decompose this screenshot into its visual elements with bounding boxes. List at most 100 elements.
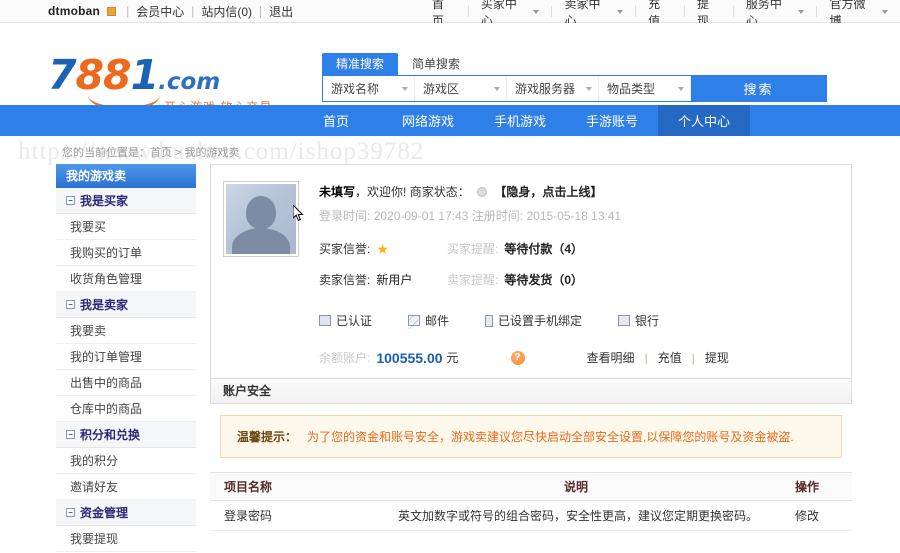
main-navigation-list: 首页 网络游戏 手机游戏 手游账号 个人中心 <box>290 105 750 136</box>
sidebar-item-invite-friends[interactable]: 邀请好友 <box>56 474 196 500</box>
question-mark-icon[interactable]: ? <box>511 351 525 365</box>
balance-unit: 元 <box>447 349 459 366</box>
sidebar: 我的游戏卖 − 我是买家 我要买 我购买的订单 收货角色管理 − 我是卖家 我要… <box>56 164 196 553</box>
profile-nickname: 未填写 <box>319 185 355 199</box>
sidebar-group-seller-label: 我是卖家 <box>80 292 128 318</box>
tab-simple-search[interactable]: 简单搜索 <box>398 53 474 75</box>
buyer-alert-value[interactable]: 等待付款（4） <box>504 240 583 257</box>
seller-credit-label: 卖家信誉: <box>319 271 370 288</box>
logout-link[interactable]: 退出 <box>269 3 293 20</box>
select-game-name[interactable]: 游戏名称 <box>323 76 415 101</box>
time-line: 登录时间: 2020-09-01 17:43 注册时间: 2015-05-18 … <box>319 207 837 224</box>
top-account-links: dtmoban | 会员中心 | 站内信(0) | 退出 <box>48 3 293 20</box>
seller-alert-value[interactable]: 等待发货（0） <box>504 271 583 288</box>
collapse-toggle-icon: − <box>66 508 75 517</box>
chevron-down-icon <box>494 87 500 91</box>
verify-email[interactable]: 邮件 <box>408 312 449 329</box>
sidebar-title: 我的游戏卖 <box>56 164 196 188</box>
sidebar-group-seller[interactable]: − 我是卖家 <box>56 292 196 318</box>
profile-panel: 未填写，欢迎你! 商家状态： 【隐身，点击上线】 登录时间: 2020-09-0… <box>210 164 852 379</box>
recharge-link[interactable]: 充值 <box>658 349 682 366</box>
logo-wordmark: 7881.com <box>48 55 263 96</box>
divider: | <box>191 4 194 18</box>
row-item-action[interactable]: 修改 <box>762 501 852 531</box>
verify-identity[interactable]: 已认证 <box>319 312 372 329</box>
sidebar-item-withdraw[interactable]: 我要提现 <box>56 526 196 552</box>
account-security-heading: 账户安全 <box>210 379 852 404</box>
table-row: 登录密码 英文加数字或符号的组合密码，安全性更高，建议您定期更换密码。 修改 <box>210 501 852 531</box>
breadcrumb-zone: https://www.huzhan.com/ishop39782 您的当前位置… <box>0 136 900 164</box>
member-center-link[interactable]: 会员中心 <box>136 3 184 20</box>
select-game-server-label: 游戏服务器 <box>515 80 575 97</box>
sidebar-group-points[interactable]: − 积分和兑换 <box>56 422 196 448</box>
verify-phone[interactable]: 已设置手机绑定 <box>485 312 582 329</box>
seller-credit-cell: 卖家信誉: 新用户 <box>319 271 447 288</box>
avatar-body-shape <box>232 228 290 254</box>
sidebar-item-my-purchase-orders[interactable]: 我购买的订单 <box>56 240 196 266</box>
sidebar-item-my-order-management[interactable]: 我的订单管理 <box>56 344 196 370</box>
verify-bank-label: 银行 <box>635 312 659 329</box>
buyer-credit-row: 买家信誉: ★ 买家提醒: 等待付款（4） <box>319 240 837 257</box>
seller-credit-value: 新用户 <box>376 271 412 288</box>
login-time-label: 登录时间: <box>319 209 370 223</box>
login-time-value: 2020-09-01 17:43 <box>374 209 469 223</box>
star-icon: ★ <box>376 242 389 256</box>
select-item-type[interactable]: 物品类型 <box>599 76 691 101</box>
sidebar-group-buyer[interactable]: − 我是买家 <box>56 188 196 214</box>
column-header-desc: 说明 <box>390 473 762 501</box>
verification-row: 已认证 邮件 已设置手机绑定 <box>319 312 837 329</box>
vip-badge-icon <box>107 7 116 16</box>
nav-item-mobile-games[interactable]: 手机游戏 <box>474 105 566 136</box>
reg-time-label: 注册时间: <box>472 209 523 223</box>
nav-item-home[interactable]: 首页 <box>290 105 382 136</box>
nav-item-online-games[interactable]: 网络游戏 <box>382 105 474 136</box>
select-game-server[interactable]: 游戏服务器 <box>507 76 599 101</box>
bank-card-icon <box>618 315 630 326</box>
sidebar-item-items-on-sale[interactable]: 出售中的商品 <box>56 370 196 396</box>
search-panel: 精准搜索 简单搜索 游戏名称 游戏区 游戏服务器 物品类型 <box>322 53 827 102</box>
sidebar-item-my-points[interactable]: 我的积分 <box>56 448 196 474</box>
sidebar-item-i-want-to-buy[interactable]: 我要买 <box>56 214 196 240</box>
sidebar-item-items-in-warehouse[interactable]: 仓库中的商品 <box>56 396 196 422</box>
chevron-down-icon <box>402 87 408 91</box>
chevron-down-icon <box>678 87 684 91</box>
sidebar-item-i-want-to-sell[interactable]: 我要卖 <box>56 318 196 344</box>
nav-item-mobile-accounts[interactable]: 手游账号 <box>566 105 658 136</box>
withdraw-link[interactable]: 提现 <box>705 349 729 366</box>
seller-alert-cell: 卖家提醒: 等待发货（0） <box>447 271 583 288</box>
collapse-toggle-icon: − <box>66 430 75 439</box>
sidebar-item-receiving-role-management[interactable]: 收货角色管理 <box>56 266 196 292</box>
logo-part-1: 7 <box>48 51 76 99</box>
phone-icon <box>485 315 493 327</box>
chevron-down-icon <box>586 87 592 91</box>
select-game-zone[interactable]: 游戏区 <box>415 76 507 101</box>
view-details-link[interactable]: 查看明细 <box>587 349 635 366</box>
welcome-suffix: ，欢迎你! <box>355 185 406 199</box>
nav-item-personal-center[interactable]: 个人中心 <box>658 105 750 136</box>
account-username: dtmoban <box>48 4 100 18</box>
column-header-name: 项目名称 <box>210 473 390 501</box>
search-button[interactable]: 搜索 <box>691 76 826 101</box>
security-tip-title: 温馨提示： <box>237 428 297 445</box>
default-avatar-icon <box>226 184 296 254</box>
inbox-link[interactable]: 站内信(0) <box>201 3 252 20</box>
security-table-head: 项目名称 说明 操作 <box>210 473 852 501</box>
security-tip-box: 温馨提示： 为了您的资金和账号安全，游戏卖建议您尽快启动全部安全设置,以保障您的… <box>220 415 842 458</box>
tab-precise-search[interactable]: 精准搜索 <box>322 53 398 75</box>
avatar-head-shape <box>246 196 276 229</box>
row-item-name: 登录密码 <box>210 501 390 531</box>
avatar[interactable] <box>223 181 299 257</box>
verify-identity-label: 已认证 <box>336 312 372 329</box>
buyer-alert-cell: 买家提醒: 等待付款（4） <box>447 240 583 257</box>
row-item-desc: 英文加数字或符号的组合密码，安全性更高，建议您定期更换密码。 <box>390 501 762 531</box>
logo-part-3: 1 <box>131 51 159 99</box>
modify-password-link[interactable]: 修改 <box>795 509 819 523</box>
top-utility-bar: dtmoban | 会员中心 | 站内信(0) | 退出 首页 买家中心 <box>0 0 900 23</box>
verify-bank[interactable]: 银行 <box>618 312 659 329</box>
buyer-credit-label: 买家信誉: <box>319 240 370 257</box>
sidebar-group-funds[interactable]: − 资金管理 <box>56 500 196 526</box>
verify-email-label: 邮件 <box>425 312 449 329</box>
security-tip-text: 为了您的资金和账号安全，游戏卖建议您尽快启动全部安全设置,以保障您的账号及资金被… <box>307 428 794 445</box>
chevron-down-icon <box>533 10 539 14</box>
merchant-status-value[interactable]: 【隐身，点击上线】 <box>494 185 602 199</box>
